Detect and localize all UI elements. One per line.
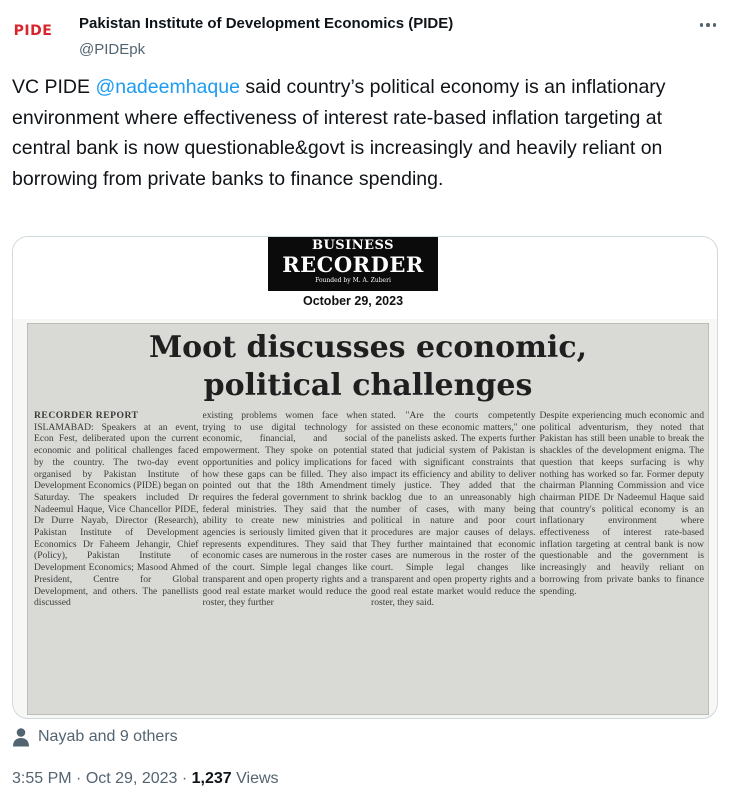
- mention-link[interactable]: @nadeemhaque: [95, 76, 240, 98]
- headline-line-1: Moot discusses economic,: [148, 330, 588, 365]
- tweet-meta: 3:55 PM · Oct 29, 2023 · 1,237 Views: [12, 770, 279, 788]
- views-count[interactable]: 1,237: [192, 770, 232, 787]
- tweet-image[interactable]: BUSINESS RECORDER Founded by M. A. Zuber…: [12, 236, 718, 719]
- more-dot-icon: [712, 23, 717, 27]
- meta-separator: ·: [177, 770, 192, 787]
- person-icon: [12, 727, 30, 747]
- article-column-1: RECORDER REPORT ISLAMABAD: Speakers at a…: [34, 410, 199, 712]
- liked-by-row[interactable]: Nayab and 9 others: [12, 725, 178, 749]
- tweet-date[interactable]: Oct 29, 2023: [86, 770, 178, 787]
- article-byline: RECORDER REPORT: [34, 410, 139, 421]
- more-options-button[interactable]: [695, 15, 721, 35]
- tweet-time[interactable]: 3:55 PM: [12, 770, 72, 787]
- article-column-text: ISLAMABAD: Speakers at an event, Econ Fe…: [34, 421, 199, 609]
- liked-by-text: Nayab and 9 others: [38, 728, 178, 745]
- masthead-founded: Founded by M. A. Zuberi: [315, 277, 391, 284]
- headline-line-2: political challenges: [203, 368, 533, 403]
- more-dot-icon: [699, 23, 704, 27]
- newspaper-masthead: BUSINESS RECORDER Founded by M. A. Zuber…: [268, 237, 438, 291]
- article-headline: Moot discusses economic, political chall…: [28, 329, 708, 405]
- masthead-business: BUSINESS: [311, 238, 395, 253]
- avatar[interactable]: PIDE: [12, 10, 54, 52]
- newspaper-article: Moot discusses economic, political chall…: [27, 323, 709, 715]
- tweet-header: PIDE Pakistan Institute of Development E…: [12, 10, 723, 58]
- more-dot-icon: [706, 23, 710, 27]
- publication-date: October 29, 2023: [302, 294, 404, 308]
- tweet-text: VC PIDE @nadeemhaque said country’s poli…: [12, 72, 717, 194]
- article-column-3: stated. "Are the courts competently assi…: [371, 410, 536, 609]
- article-column-2: existing problems women face when trying…: [202, 410, 368, 609]
- tweet-text-start: VC PIDE: [12, 76, 96, 98]
- meta-separator: ·: [71, 770, 86, 787]
- article-columns: RECORDER REPORT ISLAMABAD: Speakers at a…: [34, 410, 704, 712]
- avatar-logo: PIDE: [13, 23, 53, 39]
- author-name[interactable]: Pakistan Institute of Development Econom…: [79, 15, 453, 32]
- article-column-4: Despite experiencing much economic and p…: [539, 410, 705, 597]
- clipping-header: BUSINESS RECORDER Founded by M. A. Zuber…: [13, 237, 717, 319]
- masthead-recorder: RECORDER: [282, 252, 424, 277]
- views-label: Views: [231, 770, 279, 787]
- author-handle[interactable]: @PIDEpk: [79, 41, 145, 58]
